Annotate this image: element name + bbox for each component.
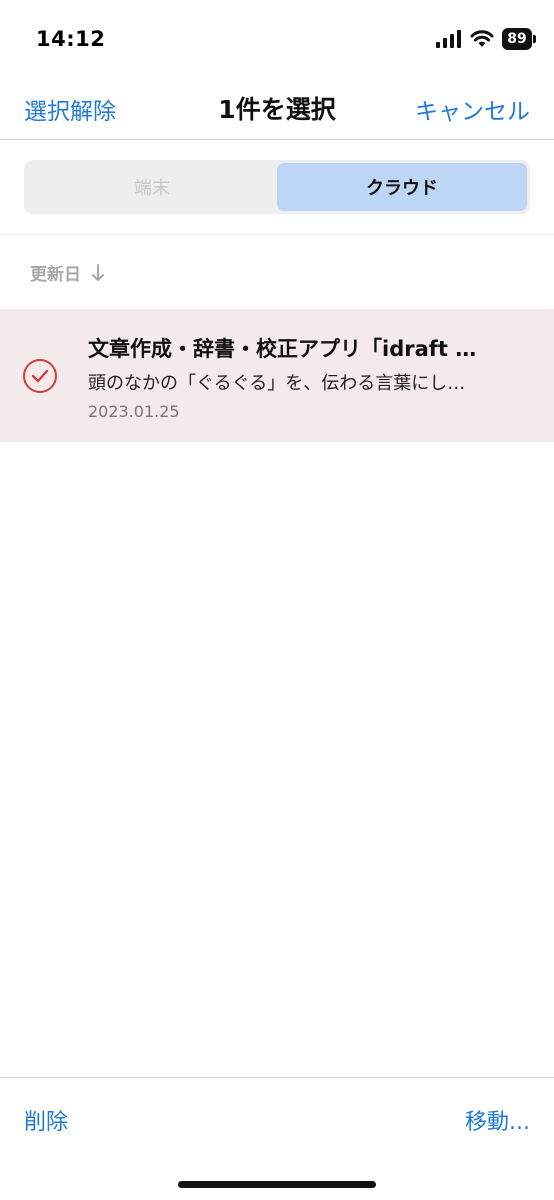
deselect-button[interactable]: 選択解除 [24, 92, 116, 126]
screen: 14:12 89 選択解除 1件を選択 キャンセル 端末 クラウド 更新日 文章… [0, 0, 554, 1200]
cancel-button[interactable]: キャンセル [415, 92, 530, 126]
sort-control[interactable]: 更新日 [30, 260, 105, 285]
item-date: 2023.01.25 [88, 402, 180, 421]
move-button[interactable]: 移動... [465, 1104, 530, 1136]
list-item[interactable]: 文章作成・辞書・校正アプリ「idraft by GOO」 頭のなかの「ぐるぐる」… [0, 309, 554, 442]
status-time: 14:12 [36, 27, 106, 51]
segment-cloud[interactable]: クラウド [277, 163, 527, 211]
wifi-icon [470, 30, 494, 47]
checkmark-circle-icon[interactable] [22, 358, 58, 394]
status-bar: 14:12 89 [0, 0, 554, 80]
signal-icon [436, 30, 461, 48]
item-title: 文章作成・辞書・校正アプリ「idraft by GOO」 [88, 337, 483, 361]
source-segmented-control: 端末 クラウド [24, 160, 530, 214]
sort-label: 更新日 [30, 265, 81, 285]
navigation-bar: 選択解除 1件を選択 キャンセル [0, 80, 554, 140]
item-snippet: 頭のなかの「ぐるぐる」を、伝わる言葉にしよう [88, 373, 483, 394]
divider [0, 234, 554, 235]
arrow-down-icon [92, 263, 104, 281]
delete-button[interactable]: 削除 [24, 1104, 68, 1136]
segmented-track: 端末 クラウド [24, 160, 530, 214]
segment-device[interactable]: 端末 [27, 163, 277, 211]
home-indicator [178, 1181, 376, 1188]
battery-icon: 89 [502, 28, 536, 50]
status-icons: 89 [436, 28, 536, 50]
